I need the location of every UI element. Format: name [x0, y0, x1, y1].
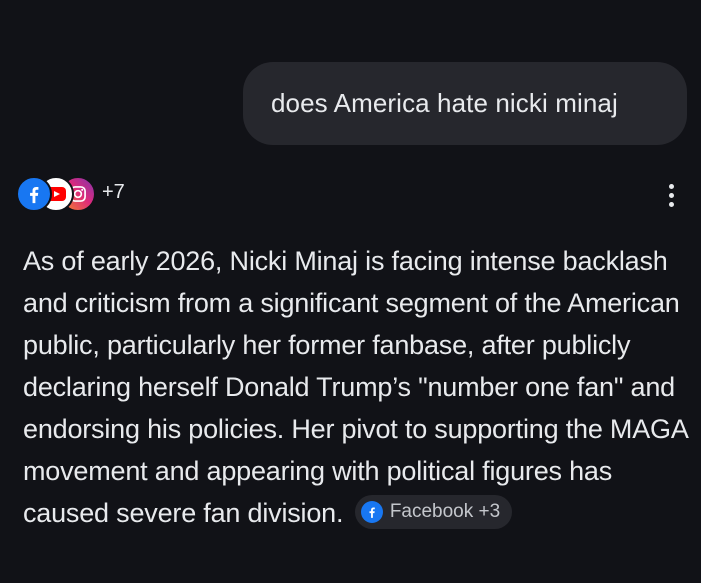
more-options-button[interactable] [658, 180, 684, 210]
sources-more-count: +7 [102, 180, 125, 203]
more-vert-icon-dot [668, 192, 674, 198]
user-message-text: does America hate nicki minaj [271, 88, 618, 118]
more-vert-icon-dot [668, 183, 674, 189]
more-vert-icon-dot [668, 201, 674, 207]
user-message-bubble: does America hate nicki minaj [243, 62, 687, 145]
citation-chip[interactable]: Facebook +3 [354, 494, 513, 529]
facebook-icon [360, 500, 383, 523]
facebook-icon [16, 176, 52, 212]
citation-chip-label: Facebook +3 [389, 500, 501, 522]
answer-paragraph: As of early 2026, Nicki Minaj is facing … [23, 240, 695, 534]
answer-text: As of early 2026, Nicki Minaj is facing … [23, 246, 688, 528]
sources-row[interactable]: +7 [16, 175, 125, 213]
chat-screen: does America hate nicki minaj +7 As of e… [0, 0, 701, 583]
